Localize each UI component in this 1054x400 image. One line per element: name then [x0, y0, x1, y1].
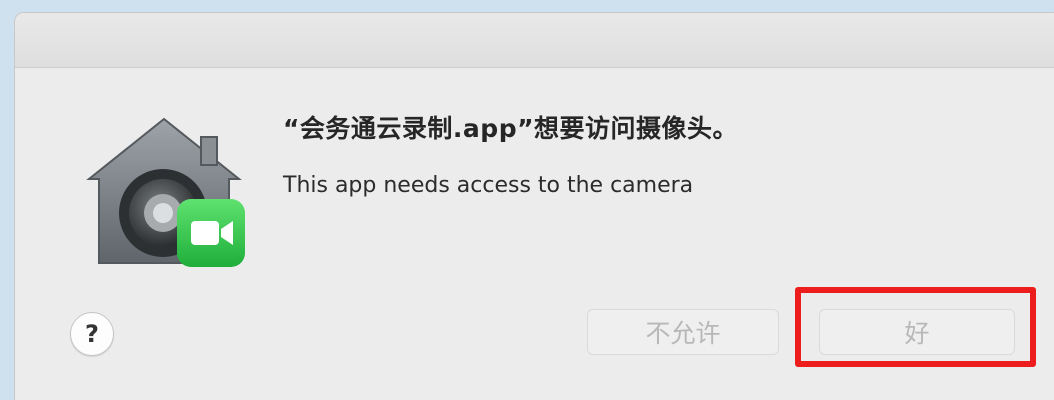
security-camera-icon: [81, 117, 247, 281]
dialog-title: “会务通云录制.app”想要访问摄像头。: [283, 114, 739, 143]
dialog-titlebar: [15, 13, 1054, 68]
deny-button[interactable]: 不允许: [587, 309, 779, 355]
ok-button[interactable]: 好: [819, 309, 1015, 355]
help-button[interactable]: ?: [70, 312, 114, 356]
dialog-message: This app needs access to the camera: [283, 173, 694, 198]
camera-permission-dialog: “会务通云录制.app”想要访问摄像头。 This app needs acce…: [14, 12, 1054, 400]
help-icon: ?: [85, 320, 99, 348]
